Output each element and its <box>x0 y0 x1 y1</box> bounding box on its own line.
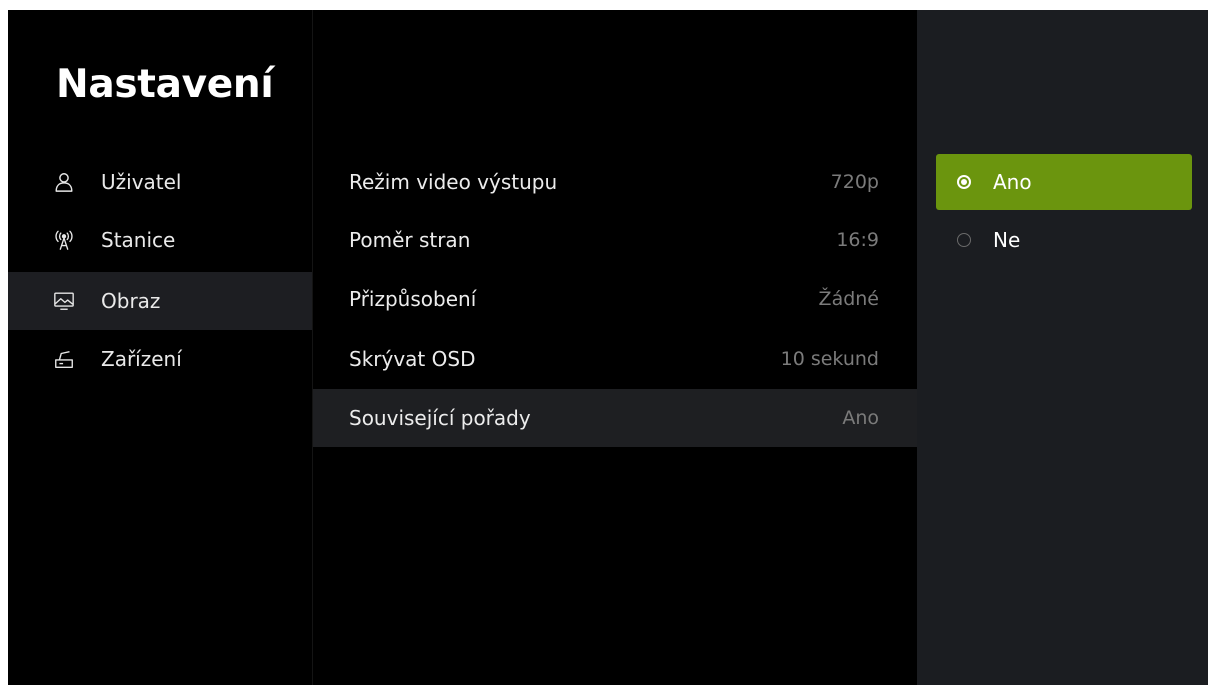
sidebar-item-label: Obraz <box>101 289 161 313</box>
settings-list: Režim video výstupu 720p Poměr stran 16:… <box>313 10 917 685</box>
setting-row-video-output[interactable]: Režim video výstupu 720p <box>313 153 917 211</box>
page-title: Nastavení <box>56 62 274 107</box>
setting-label: Skrývat OSD <box>349 347 476 371</box>
sidebar: Nastavení Uživatel Stanice Obraz Zařízen… <box>8 10 313 685</box>
setting-value: Žádné <box>818 288 879 310</box>
setting-label: Přizpůsobení <box>349 287 477 311</box>
setting-label: Režim video výstupu <box>349 170 558 194</box>
radio-selected-icon <box>957 175 971 189</box>
tv-settings-screen: Nastavení Uživatel Stanice Obraz Zařízen… <box>8 10 1208 685</box>
device-icon <box>51 346 77 372</box>
radio-unselected-icon <box>957 233 971 247</box>
setting-value: 720p <box>830 171 879 193</box>
picture-icon <box>51 288 77 314</box>
sidebar-item-device[interactable]: Zařízení <box>8 330 312 388</box>
antenna-icon <box>51 227 77 253</box>
setting-label: Související pořady <box>349 406 531 430</box>
setting-value: Ano <box>842 407 879 429</box>
setting-value: 10 sekund <box>780 348 879 370</box>
sidebar-item-label: Uživatel <box>101 170 182 194</box>
setting-row-aspect-ratio[interactable]: Poměr stran 16:9 <box>313 211 917 269</box>
option-yes[interactable]: Ano <box>936 154 1192 210</box>
sidebar-item-stations[interactable]: Stanice <box>8 211 312 269</box>
setting-label: Poměr stran <box>349 228 471 252</box>
user-icon <box>51 169 77 195</box>
options-panel: Ano Ne <box>917 10 1208 685</box>
setting-row-hide-osd[interactable]: Skrývat OSD 10 sekund <box>313 330 917 388</box>
sidebar-item-picture[interactable]: Obraz <box>8 272 312 330</box>
setting-row-related-shows[interactable]: Související pořady Ano <box>313 389 917 447</box>
setting-row-fit[interactable]: Přizpůsobení Žádné <box>313 270 917 328</box>
sidebar-item-user[interactable]: Uživatel <box>8 153 312 211</box>
option-label: Ano <box>993 170 1032 194</box>
option-label: Ne <box>993 228 1021 252</box>
sidebar-item-label: Zařízení <box>101 347 182 371</box>
sidebar-item-label: Stanice <box>101 228 176 252</box>
option-no[interactable]: Ne <box>936 212 1192 268</box>
setting-value: 16:9 <box>836 229 879 251</box>
